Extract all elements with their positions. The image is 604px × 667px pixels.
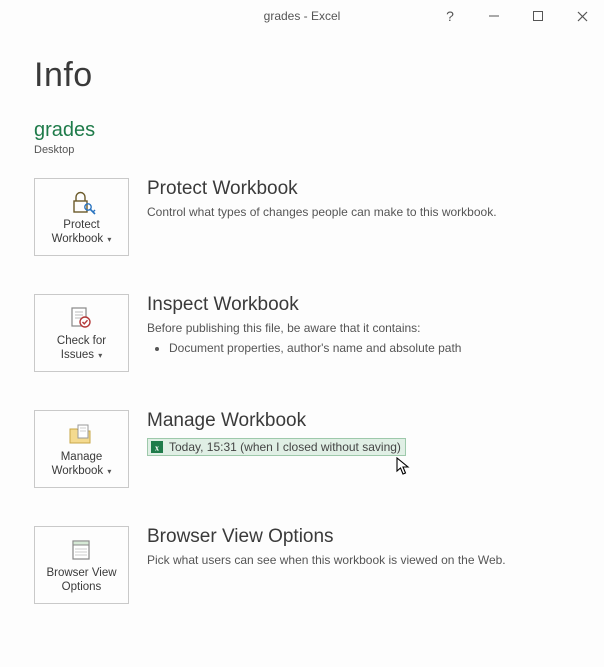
- svg-text:x: x: [155, 444, 159, 453]
- browser-heading: Browser View Options: [147, 526, 570, 548]
- protect-desc: Control what types of changes people can…: [147, 204, 570, 221]
- manage-tile-label: Manage Workbook ▾: [52, 451, 112, 479]
- browser-view-icon: [69, 537, 95, 565]
- manage-heading: Manage Workbook: [147, 410, 570, 432]
- minimize-button[interactable]: [472, 0, 516, 32]
- manage-workbook-button[interactable]: Manage Workbook ▾: [34, 410, 129, 488]
- autorecovered-version-item[interactable]: x Today, 15:31 (when I closed without sa…: [147, 438, 406, 456]
- inspect-issues-list: Document properties, author's name and a…: [169, 341, 570, 355]
- browser-view-options-button[interactable]: Browser View Options: [34, 526, 129, 604]
- protect-body: Protect Workbook Control what types of c…: [147, 178, 570, 221]
- maximize-button[interactable]: [516, 0, 560, 32]
- maximize-icon: [533, 11, 543, 21]
- section-inspect: Check for Issues ▾ Inspect Workbook Befo…: [34, 294, 570, 372]
- browser-tile-label: Browser View Options: [46, 567, 116, 595]
- manage-folder-icon: [68, 421, 96, 449]
- content-area: Info grades Desktop Protect Workbook ▾ P…: [0, 32, 604, 624]
- browser-desc: Pick what users can see when this workbo…: [147, 552, 570, 569]
- chevron-down-icon: ▾: [105, 467, 111, 476]
- protect-heading: Protect Workbook: [147, 178, 570, 200]
- manage-body: Manage Workbook x Today, 15:31 (when I c…: [147, 410, 570, 459]
- chevron-down-icon: ▾: [96, 351, 102, 360]
- window-controls: ?: [434, 0, 604, 32]
- version-label: Today, 15:31 (when I closed without savi…: [169, 440, 401, 454]
- document-name: grades: [34, 119, 570, 142]
- lock-key-icon: [68, 189, 96, 217]
- inspect-heading: Inspect Workbook: [147, 294, 570, 316]
- section-manage: Manage Workbook ▾ Manage Workbook x Toda…: [34, 410, 570, 488]
- inspect-tile-label: Check for Issues ▾: [57, 335, 106, 363]
- excel-file-icon: x: [150, 440, 164, 454]
- list-item: Document properties, author's name and a…: [169, 341, 570, 355]
- chevron-down-icon: ▾: [105, 235, 111, 244]
- protect-tile-label: Protect Workbook ▾: [52, 219, 112, 247]
- title-bar: grades - Excel ?: [0, 0, 604, 32]
- close-icon: [577, 11, 588, 22]
- inspect-desc: Before publishing this file, be aware th…: [147, 320, 570, 337]
- help-button[interactable]: ?: [434, 0, 466, 32]
- browser-body: Browser View Options Pick what users can…: [147, 526, 570, 569]
- section-protect: Protect Workbook ▾ Protect Workbook Cont…: [34, 178, 570, 256]
- section-browser: Browser View Options Browser View Option…: [34, 526, 570, 604]
- check-for-issues-button[interactable]: Check for Issues ▾: [34, 294, 129, 372]
- inspect-document-icon: [69, 305, 95, 333]
- inspect-body: Inspect Workbook Before publishing this …: [147, 294, 570, 357]
- document-location: Desktop: [34, 144, 570, 156]
- close-button[interactable]: [560, 0, 604, 32]
- minimize-icon: [489, 11, 499, 21]
- page-title: Info: [34, 56, 570, 95]
- window-title: grades - Excel: [264, 9, 341, 23]
- protect-workbook-button[interactable]: Protect Workbook ▾: [34, 178, 129, 256]
